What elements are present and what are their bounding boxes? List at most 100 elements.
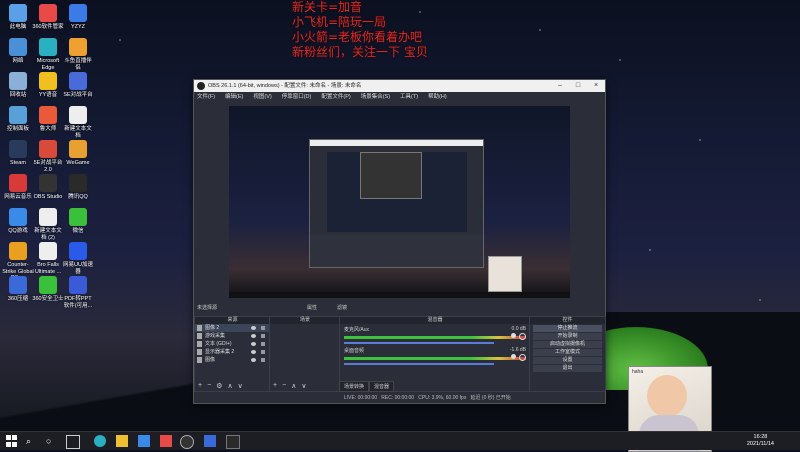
desktop-icon[interactable]: 5E对战平台 2.0 [32,140,64,173]
desktop-icon[interactable]: 网易云音乐 [2,174,34,201]
add-button[interactable]: + [273,382,277,391]
eye-icon[interactable] [251,350,256,354]
source-item[interactable]: 游戏采集 [195,332,270,340]
desktop-icon[interactable]: 腾讯QQ [62,174,94,201]
tab-mixer[interactable]: 混音器 [369,381,395,392]
source-item[interactable]: 图像 [195,356,270,364]
menu-scene-collection[interactable]: 场景集合(S) [361,92,390,103]
obs-title: OBS 26.1.1 (64-bit, windows) - 配置文件: 未命名… [208,83,362,89]
desktop-icon[interactable]: 微信 [62,208,94,235]
desktop-icon[interactable]: 新建文本文档 (2) [32,208,64,241]
obs-preview[interactable] [229,106,570,298]
lock-icon[interactable] [261,350,265,354]
eye-icon[interactable] [251,334,256,338]
exit-button[interactable]: 退出 [533,365,602,372]
app-icon[interactable] [160,435,172,447]
desktop-icon[interactable]: 360软件管家 [32,4,64,31]
desktop-icon[interactable]: WeGame [62,140,94,167]
maximize-icon[interactable]: □ [569,80,587,92]
gear-icon[interactable] [519,333,526,340]
eye-icon[interactable] [251,358,256,362]
obs-taskbar-icon[interactable] [180,435,194,449]
source-item[interactable]: 文本 (GDI+) [195,340,270,348]
store-icon[interactable] [138,435,150,447]
app-icon[interactable] [204,435,216,447]
menu-tools[interactable]: 工具(T) [400,92,418,103]
menu-edit[interactable]: 编辑(E) [225,92,243,103]
lock-icon[interactable] [261,358,265,362]
speaker-icon[interactable] [511,354,516,359]
desktop-icon[interactable]: Microsoft Edge [32,38,64,71]
stop-streaming-button[interactable]: 停止推流 [533,325,602,332]
eye-icon[interactable] [251,342,256,346]
desktop-icon[interactable]: 此电脑 [2,4,34,31]
lock-icon[interactable] [261,326,265,330]
obs-window[interactable]: OBS 26.1.1 (64-bit, windows) - 配置文件: 未命名… [193,79,606,404]
desktop-icon[interactable]: 360压缩 [2,276,34,303]
source-settings-button[interactable]: ⚙ [216,382,222,391]
menu-docks[interactable]: 停靠窗口(D) [282,92,312,103]
menu-file[interactable]: 文件(F) [197,92,215,103]
minimize-icon[interactable]: – [551,80,569,92]
move-down-button[interactable]: ∨ [301,382,306,391]
app-icon[interactable] [226,435,240,449]
add-source-button[interactable]: + [198,382,202,391]
desktop-icon[interactable]: 360安全卫士 [32,276,64,303]
menu-view[interactable]: 视图(V) [253,92,271,103]
desktop-icon[interactable]: OBS Studio [32,174,64,201]
desktop-icon[interactable]: YZYZ [62,4,94,31]
webcam-label: haha [632,369,644,375]
search-icon[interactable]: ⌕ [26,435,38,447]
desktop-icon[interactable]: 斗鱼直播伴侣 [62,38,94,71]
start-button[interactable] [6,435,18,447]
remove-source-button[interactable]: − [207,382,211,391]
source-item[interactable]: 显示器采集 2 [195,348,270,356]
app-icon [69,38,87,56]
file-explorer-icon[interactable] [116,435,128,447]
move-down-button[interactable]: ∨ [238,382,243,391]
desktop-icon[interactable]: QQ游戏 [2,208,34,235]
eye-icon[interactable] [251,326,256,330]
menu-help[interactable]: 帮助(H) [428,92,447,103]
desktop-icon[interactable]: YY语音 [32,72,64,99]
close-icon[interactable]: × [587,80,605,92]
desktop-icon[interactable]: Bro Falls Ultimate ... [32,242,64,275]
volume-slider[interactable] [344,342,494,344]
menu-profile[interactable]: 配置文件(P) [321,92,350,103]
gear-icon[interactable] [519,354,526,361]
move-up-button[interactable]: ∧ [291,382,296,391]
start-recording-button[interactable]: 开始录制 [533,333,602,340]
desktop-icon[interactable]: PDF转PPT软件(可用... [62,276,94,309]
virtual-camera-button[interactable]: 启动虚拟摄像机 [533,341,602,348]
obs-title-bar[interactable]: OBS 26.1.1 (64-bit, windows) - 配置文件: 未命名… [194,80,605,92]
scenes-list-dock: 场景 + − ∧ ∨ [269,316,341,392]
desktop-icon[interactable]: 网易UU加速器 [62,242,94,275]
desktop-icon[interactable]: 回收站 [2,72,34,99]
task-view-icon[interactable]: ○ [46,435,58,447]
lock-icon[interactable] [261,342,265,346]
properties-button[interactable]: 属性 [307,304,317,311]
remove-button[interactable]: − [282,382,286,391]
source-item[interactable]: 图像 2 [195,324,270,332]
tab-scene-transitions[interactable]: 场景转换 [339,381,370,392]
filters-button[interactable]: 滤镜 [337,304,347,311]
desktop-icon[interactable]: 控制面板 [2,106,34,133]
volume-slider[interactable] [344,363,494,365]
edge-icon[interactable] [94,435,106,447]
app-icon [9,4,27,22]
desktop-icon[interactable]: 网络 [2,38,34,65]
image-icon [197,325,202,331]
desktop-icon[interactable]: 鲁大师 [32,106,64,133]
settings-button[interactable]: 设置 [533,357,602,364]
lock-icon[interactable] [261,334,265,338]
studio-mode-button[interactable]: 工作室模式 [533,349,602,356]
app-icon [39,276,57,294]
speaker-icon[interactable] [511,333,516,338]
status-extra: 延迟 (0 秒) 已开始 [470,395,511,401]
desktop-icon[interactable]: Steam [2,140,34,167]
taskbar-clock[interactable]: 16:28 2021/11/14 [747,434,774,448]
task-view-button[interactable] [66,435,80,449]
move-up-button[interactable]: ∧ [227,382,232,391]
desktop-icon[interactable]: 新建文本文档 [62,106,94,139]
desktop-icon[interactable]: SE对战平台 [62,72,94,99]
